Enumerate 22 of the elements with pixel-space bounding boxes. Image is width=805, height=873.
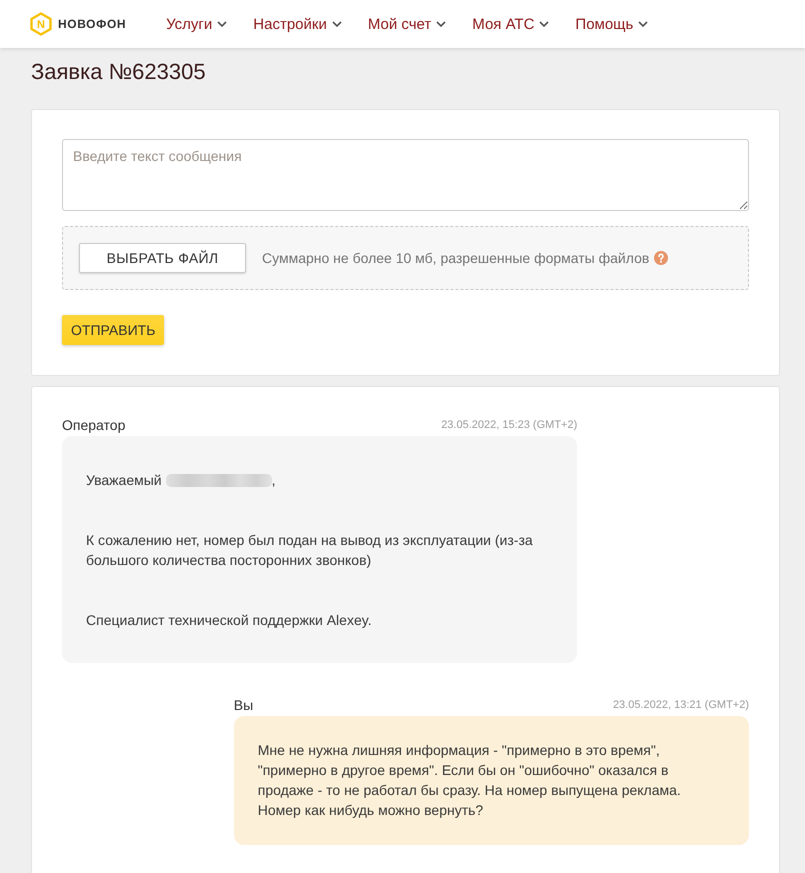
choose-file-button[interactable]: ВЫБРАТЬ ФАЙЛ	[79, 243, 246, 273]
message-author: Вы	[234, 697, 254, 713]
send-button[interactable]: ОТПРАВИТЬ	[62, 315, 164, 345]
nav-menu-item[interactable]: Помощь	[575, 16, 648, 32]
file-drop-area[interactable]: ВЫБРАТЬ ФАЙЛ Суммарно не более 10 мб, разрешенные форматы файлов	[62, 226, 749, 290]
file-hint-text: Суммарно не более 10 мб, разрешенные форматы файлов	[262, 250, 650, 266]
message-paragraph: К сожалению нет, номер был подан на вывод из эксплуатации (из-за большого количества посторонних звонков)	[86, 531, 534, 570]
message-paragraph: Мне не нужна лишняя информация - "примерно в это время", "примерно в другое время". Если бы он "ошибочно" оказался в продаже - то не работал бы сразу. На номер выпущена реклама. Номер как нибудь можно вернуть?	[258, 741, 682, 820]
message-input[interactable]: Введите текст сообщения	[62, 139, 749, 211]
message-author: Оператор	[62, 417, 126, 433]
greeting-text: Уважаемый	[86, 471, 162, 490]
nav-menu-item[interactable]: Услуги	[166, 16, 228, 32]
nav-menu-item[interactable]: Мой счет	[368, 16, 446, 32]
brand-name: НОВОФОН	[58, 17, 126, 31]
message-timestamp: 23.05.2022, 13:21 (GMT+2)	[612, 698, 749, 713]
message-timestamp: 23.05.2022, 15:23 (GMT+2)	[441, 418, 578, 433]
greeting-text: ,	[272, 471, 276, 490]
page-title: Заявка №623305	[31, 59, 206, 85]
message-paragraph: Специалист технической поддержки Alexey.	[86, 611, 373, 630]
nav-menu-item[interactable]: Моя АТС	[472, 16, 550, 32]
help-icon[interactable]	[654, 251, 668, 265]
nav-menu-item[interactable]: Настройки	[253, 16, 342, 32]
